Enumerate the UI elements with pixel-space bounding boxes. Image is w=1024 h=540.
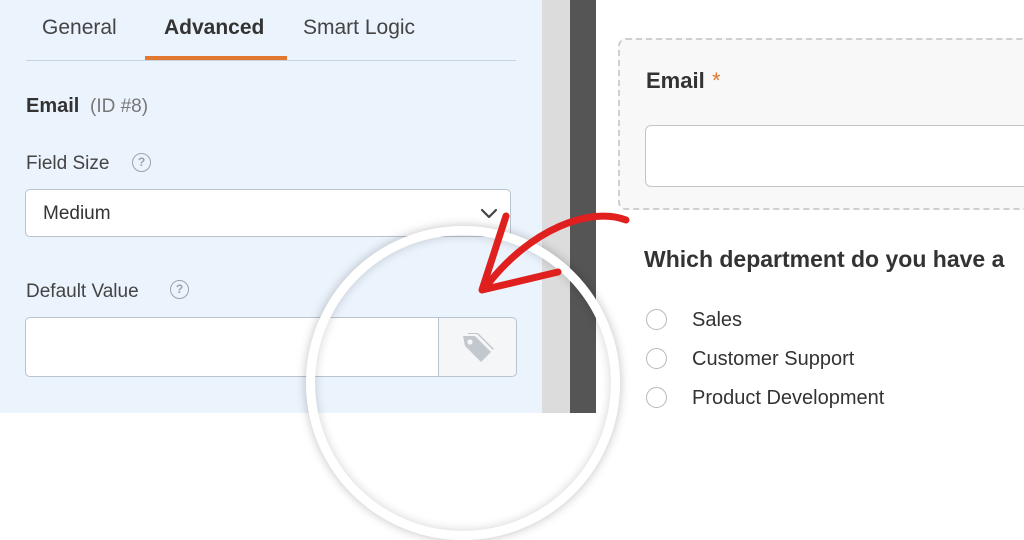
chevron-down-icon: [480, 208, 498, 219]
help-icon[interactable]: ?: [132, 153, 151, 172]
radio-product-development[interactable]: [646, 387, 667, 408]
help-icon[interactable]: ?: [170, 280, 189, 299]
panel-divider: [542, 0, 596, 413]
email-field-preview[interactable]: Email *: [618, 38, 1024, 210]
required-indicator: *: [712, 68, 721, 93]
active-tab-indicator: [145, 56, 287, 60]
field-options-panel: General Advanced Smart Logic Email (ID #…: [0, 0, 542, 413]
form-preview: Email * Which department do you have a S…: [596, 0, 1024, 413]
tab-general[interactable]: General: [42, 16, 117, 40]
tab-advanced[interactable]: Advanced: [164, 16, 264, 40]
tags-icon: [463, 333, 494, 362]
tab-smart-logic[interactable]: Smart Logic: [303, 16, 415, 40]
email-label: Email: [646, 68, 705, 93]
radio-customer-support[interactable]: [646, 348, 667, 369]
default-value-label: Default Value: [26, 281, 139, 302]
email-input[interactable]: [645, 125, 1024, 187]
field-options-tabs: General Advanced Smart Logic: [26, 0, 516, 61]
default-value-group: [25, 317, 517, 377]
smart-tags-button[interactable]: [439, 317, 517, 377]
field-size-value: Medium: [43, 203, 111, 224]
radio-label-sales: Sales: [692, 309, 743, 331]
radio-sales[interactable]: [646, 309, 667, 330]
department-question: Which department do you have a: [644, 246, 1005, 272]
radio-label-product-development: Product Development: [692, 387, 885, 409]
radio-label-customer-support: Customer Support: [692, 348, 855, 370]
field-size-select[interactable]: Medium: [25, 189, 511, 237]
divider-shadow: [570, 0, 596, 413]
field-title: Email: [26, 95, 80, 117]
field-id: (ID #8): [90, 96, 149, 117]
default-value-input[interactable]: [25, 317, 439, 377]
field-size-label: Field Size: [26, 153, 110, 174]
